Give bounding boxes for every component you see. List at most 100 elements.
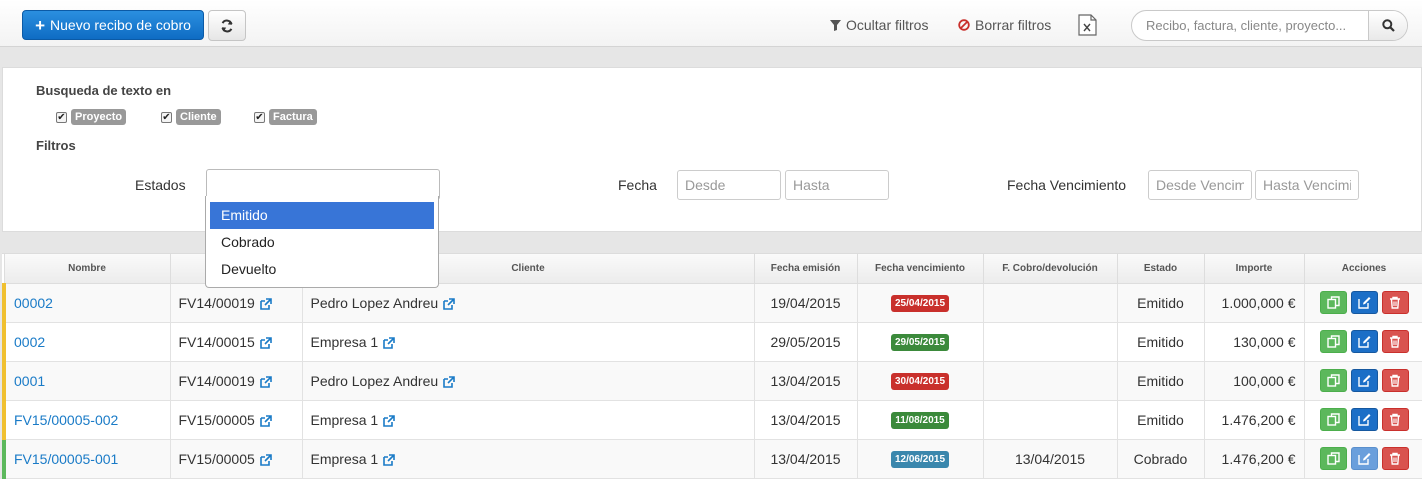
cell-importe: 1.000,000 € [1203,282,1305,323]
plus-icon: + [35,15,46,35]
col-acciones: Acciones [1303,254,1422,284]
cell-acciones [1303,438,1422,479]
external-link-icon[interactable] [383,414,396,427]
cell-nombre: 0002 [2,321,171,362]
cell-acciones [1303,360,1422,401]
search-icon [1382,19,1395,32]
hide-filters-button[interactable]: Ocultar filtros [830,17,928,33]
cell-fecha-cobro [982,399,1118,440]
col-fecha-vencimiento[interactable]: Fecha vencimiento [856,254,984,284]
edit-icon [1357,414,1370,426]
ban-icon [958,19,970,31]
checkbox-factura[interactable]: ✔ Factura [254,109,317,125]
vencimiento-desde-input[interactable] [1148,170,1252,200]
fecha-desde-input[interactable] [677,170,781,200]
cell-fecha-cobro [982,282,1118,323]
client-name: Empresa 1 [310,411,379,428]
checkbox-box[interactable]: ✔ [56,111,67,123]
receipt-link[interactable]: FV15/00005-001 [14,451,118,467]
vencimiento-hasta-input[interactable] [1255,170,1359,200]
invoice-number: FV15/00005 [178,450,255,467]
estados-dropdown: Emitido Cobrado Devuelto [205,196,439,288]
cell-estado: Cobrado [1116,438,1205,479]
cell-estado: Emitido [1116,399,1205,440]
due-date-badge: 29/05/2015 [890,334,950,351]
copy-icon [1326,374,1340,387]
delete-button[interactable] [1381,369,1409,392]
receipt-link[interactable]: 0002 [14,334,45,350]
due-date-badge: 12/06/2015 [890,451,950,468]
col-fecha-cobro[interactable]: F. Cobro/devolución [982,254,1118,284]
cell-cliente: Empresa 1 [301,399,755,440]
clear-filters-button[interactable]: Borrar filtros [958,17,1051,33]
cell-cliente: Pedro Lopez Andreu [301,360,755,401]
delete-button[interactable] [1381,330,1409,353]
estado-option-emitido[interactable]: Emitido [210,202,434,229]
checkbox-label: Factura [269,109,317,125]
edit-button[interactable] [1350,369,1378,392]
cell-importe: 1.476,200 € [1203,438,1305,479]
cell-cliente: Empresa 1 [301,438,755,479]
table-row: 0002 FV14/00015 Empresa 1 29/05/2015 29/05/2… [2,321,1422,362]
edit-button[interactable] [1350,447,1378,470]
fecha-hasta-input[interactable] [785,170,889,200]
duplicate-button[interactable] [1319,408,1347,431]
invoice-number: FV15/00005 [178,411,255,428]
external-link-icon[interactable] [259,414,272,427]
checkbox-box[interactable]: ✔ [161,111,172,123]
external-link-icon[interactable] [443,375,455,388]
col-estado[interactable]: Estado [1116,254,1205,284]
estado-option-cobrado[interactable]: Cobrado [210,229,434,256]
col-fecha-emision[interactable]: Fecha emisión [753,254,858,284]
cell-acciones [1303,399,1422,440]
duplicate-button[interactable] [1319,369,1347,392]
copy-icon [1326,296,1340,309]
delete-button[interactable] [1381,447,1409,470]
receipt-link[interactable]: 0001 [14,373,45,389]
checkbox-box[interactable]: ✔ [254,111,265,123]
trash-icon [1390,452,1400,465]
duplicate-button[interactable] [1319,447,1347,470]
due-date-badge: 11/08/2015 [891,412,949,429]
cell-nombre: FV15/00005-002 [2,399,171,440]
checkbox-cliente[interactable]: ✔ Cliente [161,109,221,125]
external-link-icon[interactable] [259,336,272,349]
search-button[interactable] [1368,11,1407,40]
duplicate-button[interactable] [1319,291,1347,314]
duplicate-button[interactable] [1319,330,1347,353]
cell-fecha-vencimiento: 12/06/2015 [856,438,984,479]
edit-button[interactable] [1350,330,1378,353]
new-receipt-button[interactable]: + Nuevo recibo de cobro [22,10,204,40]
external-link-icon[interactable] [383,336,396,349]
due-date-badge: 25/04/2015 [890,295,950,312]
cell-factura: FV14/00015 [169,321,303,362]
external-link-icon[interactable] [259,297,272,310]
external-link-icon[interactable] [259,453,272,466]
receipt-link[interactable]: FV15/00005-002 [14,412,118,428]
delete-button[interactable] [1381,291,1409,314]
excel-export-icon[interactable] [1078,14,1097,36]
receipt-link[interactable]: 00002 [14,295,53,311]
refresh-button[interactable] [208,10,246,41]
search-input[interactable] [1132,11,1368,40]
client-name: Pedro Lopez Andreu [310,294,439,311]
checkbox-label: Proyecto [71,109,127,125]
hide-filters-label: Ocultar filtros [846,17,929,33]
filter-icon [830,19,841,31]
edit-button[interactable] [1350,291,1378,314]
external-link-icon[interactable] [443,297,455,310]
fecha-label: Fecha [618,177,657,193]
checkbox-proyecto[interactable]: ✔ Proyecto [56,109,127,125]
estado-option-devuelto[interactable]: Devuelto [210,256,434,283]
due-date-badge: 30/04/2015 [890,373,950,390]
col-nombre[interactable]: Nombre [3,254,171,284]
col-importe[interactable]: Importe [1203,254,1305,284]
cell-estado: Emitido [1116,360,1205,401]
delete-button[interactable] [1381,408,1409,431]
cell-fecha-emision: 19/04/2015 [753,282,858,323]
external-link-icon[interactable] [259,375,272,388]
cell-factura: FV15/00005 [169,438,303,479]
external-link-icon[interactable] [383,453,396,466]
edit-button[interactable] [1350,408,1378,431]
edit-icon [1357,375,1370,387]
